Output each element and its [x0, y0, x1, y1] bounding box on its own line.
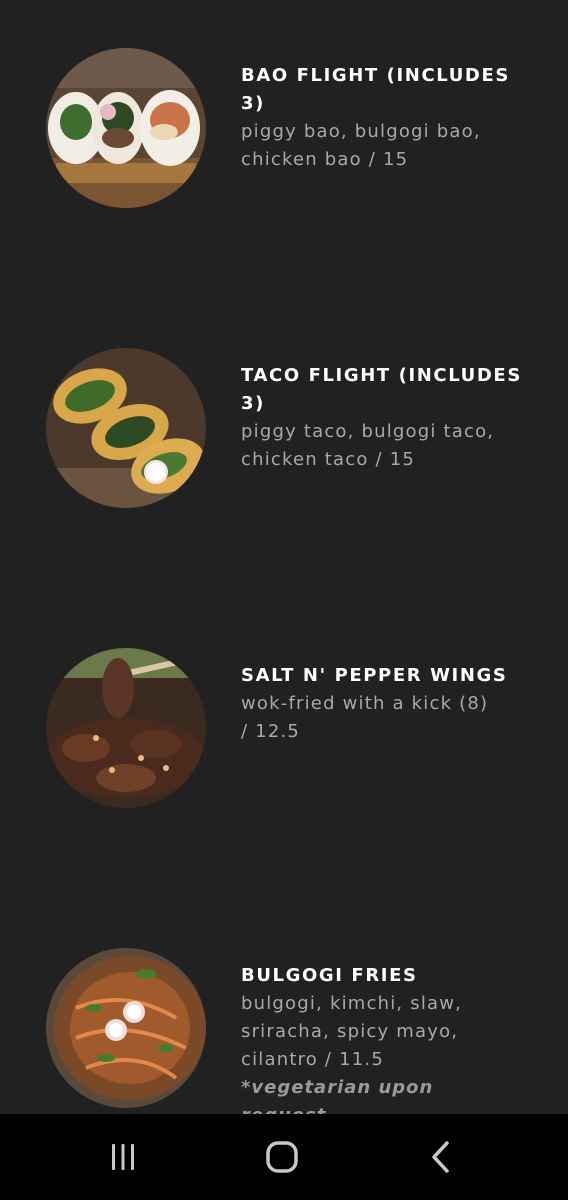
item-description-cont: / 12.5	[241, 721, 301, 742]
item-description-cont: chicken taco / 15	[241, 449, 415, 470]
salt-pepper-wings-photo	[46, 648, 206, 808]
item-description: wok-fried with a kick (8)	[241, 693, 489, 714]
taco-flight-photo	[46, 348, 206, 508]
item-description: piggy bao, bulgogi bao,	[241, 121, 481, 142]
item-description-cont: sriracha, spicy mayo,	[241, 1021, 459, 1042]
menu-item-salt-pepper-wings[interactable]: SALT N' PEPPER WINGS wok-fried with a ki…	[0, 648, 568, 908]
menu-item-bao-flight[interactable]: BAO FLIGHT (INCLUDES 3) piggy bao, bulgo…	[0, 48, 568, 308]
item-description-cont: cilantro / 11.5	[241, 1049, 384, 1070]
item-title-cont: 3)	[241, 393, 265, 414]
menu-screen: BAO FLIGHT (INCLUDES 3) piggy bao, bulgo…	[0, 0, 568, 1200]
item-title: SALT N' PEPPER WINGS	[241, 665, 508, 686]
recent-apps-button[interactable]	[73, 1114, 173, 1200]
item-title: BULGOGI FRIES	[241, 965, 418, 986]
home-button[interactable]	[232, 1114, 332, 1200]
salt-pepper-wings-text: SALT N' PEPPER WINGS wok-fried with a ki…	[241, 662, 541, 746]
item-title: BAO FLIGHT (INCLUDES	[241, 65, 510, 86]
bulgogi-fries-text: BULGOGI FRIES bulgogi, kimchi, slaw, sri…	[241, 962, 541, 1130]
item-description-cont: chicken bao / 15	[241, 149, 409, 170]
home-icon	[266, 1141, 298, 1173]
item-note: *vegetarian upon	[241, 1077, 434, 1098]
menu-item-taco-flight[interactable]: TACO FLIGHT (INCLUDES 3) piggy taco, bul…	[0, 348, 568, 608]
back-button[interactable]	[391, 1114, 491, 1200]
item-description: piggy taco, bulgogi taco,	[241, 421, 495, 442]
recent-apps-icon	[112, 1144, 134, 1170]
item-description: bulgogi, kimchi, slaw,	[241, 993, 463, 1014]
bao-flight-text: BAO FLIGHT (INCLUDES 3) piggy bao, bulgo…	[241, 62, 541, 174]
bulgogi-fries-photo	[46, 948, 206, 1108]
taco-flight-text: TACO FLIGHT (INCLUDES 3) piggy taco, bul…	[241, 362, 541, 474]
back-icon	[432, 1141, 449, 1173]
item-title-cont: 3)	[241, 93, 265, 114]
bao-flight-photo	[46, 48, 206, 208]
system-navigation-bar	[0, 1114, 568, 1200]
item-title: TACO FLIGHT (INCLUDES	[241, 365, 522, 386]
